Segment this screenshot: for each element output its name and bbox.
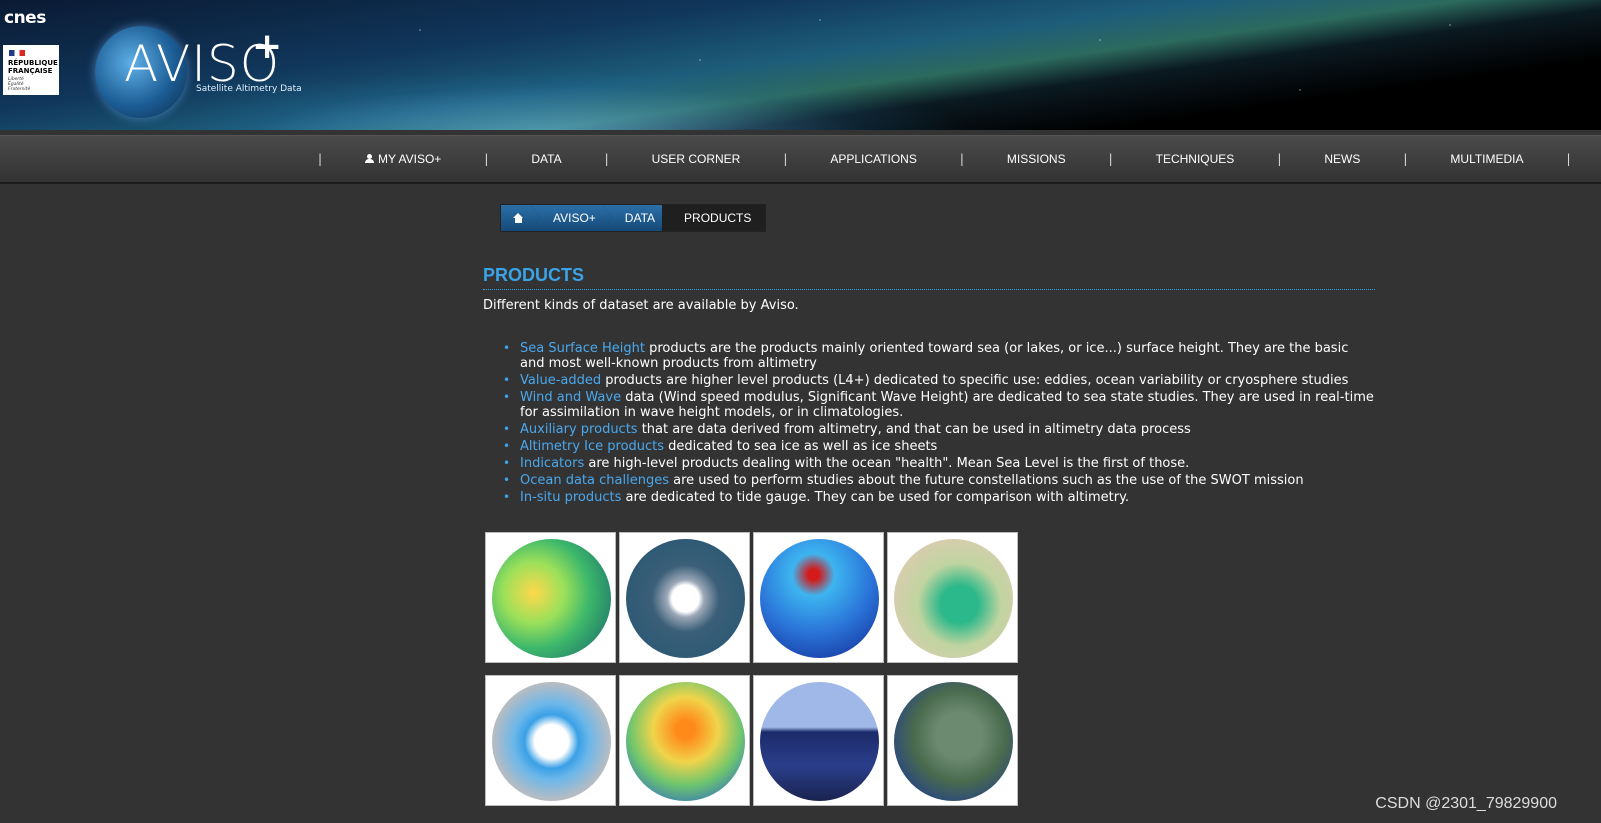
nav-separator: |: [1566, 152, 1571, 166]
rf-line: FRANÇAISE: [8, 67, 53, 75]
rf-line: RÉPUBLIQUE: [8, 59, 58, 67]
sea-surface-height-globe-image: [492, 539, 611, 658]
arctic-ice-globe-image: [492, 682, 611, 801]
list-item: Sea Surface Height products are the prod…: [503, 341, 1375, 371]
aviso-logo-plus: +: [252, 26, 283, 67]
nav-item-user-corner[interactable]: USER CORNER: [609, 152, 784, 166]
product-desc: are used to perform studies about the fu…: [668, 473, 1304, 488]
product-link[interactable]: In-situ products: [520, 490, 621, 505]
product-desc: are dedicated to tide gauge. They can be…: [621, 490, 1130, 505]
product-link[interactable]: Ocean data challenges: [520, 473, 669, 488]
product-tile-auxiliary[interactable]: [887, 532, 1018, 663]
product-desc: products are the products mainly oriente…: [520, 341, 1349, 371]
nav-item-news[interactable]: NEWS: [1281, 152, 1403, 166]
nav-item-missions[interactable]: MISSIONS: [964, 152, 1109, 166]
home-icon: [513, 213, 524, 223]
product-tile-sea-surface-height[interactable]: [485, 532, 616, 663]
flag-icon: [9, 50, 25, 56]
wind-wave-globe-image: [760, 539, 879, 658]
nav-label: NEWS: [1324, 152, 1361, 166]
nav-item-applications[interactable]: APPLICATIONS: [787, 152, 959, 166]
product-link[interactable]: Indicators: [520, 456, 584, 471]
product-tile-wind-wave[interactable]: [753, 532, 884, 663]
product-link[interactable]: Wind and Wave: [520, 390, 621, 405]
product-tile-indicators[interactable]: [619, 675, 750, 806]
tide-gauge-map-image: [894, 682, 1013, 801]
product-list: Sea Surface Height products are the prod…: [483, 341, 1375, 505]
product-desc: dedicated to sea ice as well as ice shee…: [664, 439, 938, 454]
main-content: PRODUCTS Different kinds of dataset are …: [483, 262, 1375, 507]
product-desc: products are higher level products (L4+)…: [601, 373, 1349, 388]
list-item: Indicators are high-level products deali…: [503, 456, 1375, 471]
aviso-logo-subtitle: Satellite Altimetry Data: [196, 84, 302, 94]
nav-item-data[interactable]: DATA: [488, 152, 604, 166]
list-item: Ocean data challenges are used to perfor…: [503, 473, 1375, 488]
nav-item-my-aviso[interactable]: MY AVISO+: [322, 152, 484, 166]
watermark: CSDN @2301_79829900: [1375, 795, 1557, 812]
product-link[interactable]: Altimetry Ice products: [520, 439, 664, 454]
list-item: Value-added products are higher level pr…: [503, 373, 1375, 388]
page-title: PRODUCTS: [483, 262, 1375, 290]
nav-label: MULTIMEDIA: [1450, 152, 1524, 166]
list-item: In-situ products are dedicated to tide g…: [503, 490, 1375, 505]
product-tile-in-situ[interactable]: [887, 675, 1018, 806]
product-desc: data (Wind speed modulus, Significant Wa…: [520, 390, 1374, 420]
nav-item-techniques[interactable]: TECHNIQUES: [1113, 152, 1278, 166]
product-link[interactable]: Auxiliary products: [520, 422, 638, 437]
nav-label: MY AVISO+: [378, 152, 442, 166]
product-desc: are high-level products dealing with the…: [584, 456, 1190, 471]
rf-motto: Liberté Égalité Fraternité: [8, 77, 30, 92]
product-desc: that are data derived from altimetry, an…: [637, 422, 1191, 437]
auxiliary-globe-image: [894, 539, 1013, 658]
product-tile-ocean-data-challenges[interactable]: [753, 675, 884, 806]
product-tile-value-added[interactable]: [619, 532, 750, 663]
nav-label: APPLICATIONS: [830, 152, 917, 166]
nav-item-multimedia[interactable]: MULTIMEDIA: [1407, 152, 1566, 166]
indicators-globe-image: [626, 682, 745, 801]
republique-francaise-logo[interactable]: RÉPUBLIQUE FRANÇAISE Liberté Égalité Fra…: [3, 45, 59, 95]
rf-name: RÉPUBLIQUE FRANÇAISE: [8, 59, 58, 75]
list-item: Auxiliary products that are data derived…: [503, 422, 1375, 437]
product-tile-ice[interactable]: [485, 675, 616, 806]
list-item: Altimetry Ice products dedicated to sea …: [503, 439, 1375, 454]
nav-label: TECHNIQUES: [1155, 152, 1235, 166]
cnes-logo[interactable]: cnes: [4, 8, 46, 28]
rf-motto-line: Fraternité: [8, 87, 31, 92]
site-header: cnes RÉPUBLIQUE FRANÇAISE Liberté Égalit…: [0, 0, 1601, 130]
product-link[interactable]: Sea Surface Height: [520, 341, 645, 356]
swot-constellation-image: [760, 682, 879, 801]
breadcrumb-item-data[interactable]: DATA: [603, 205, 671, 231]
breadcrumb-item-aviso[interactable]: AVISO+: [531, 205, 612, 231]
nav-label: DATA: [531, 152, 562, 166]
main-nav: | MY AVISO+ | DATA | USER CORNER | APPLI…: [0, 135, 1601, 184]
product-link[interactable]: Value-added: [520, 373, 601, 388]
page-intro: Different kinds of dataset are available…: [483, 298, 799, 313]
antarctica-globe-image: [626, 539, 745, 658]
nav-label: MISSIONS: [1006, 152, 1066, 166]
list-item: Wind and Wave data (Wind speed modulus, …: [503, 390, 1375, 420]
breadcrumb: AVISO+ DATA PRODUCTS: [500, 204, 767, 232]
nav-label: USER CORNER: [651, 152, 741, 166]
user-icon: [365, 154, 375, 163]
breadcrumb-item-products: PRODUCTS: [662, 205, 766, 231]
